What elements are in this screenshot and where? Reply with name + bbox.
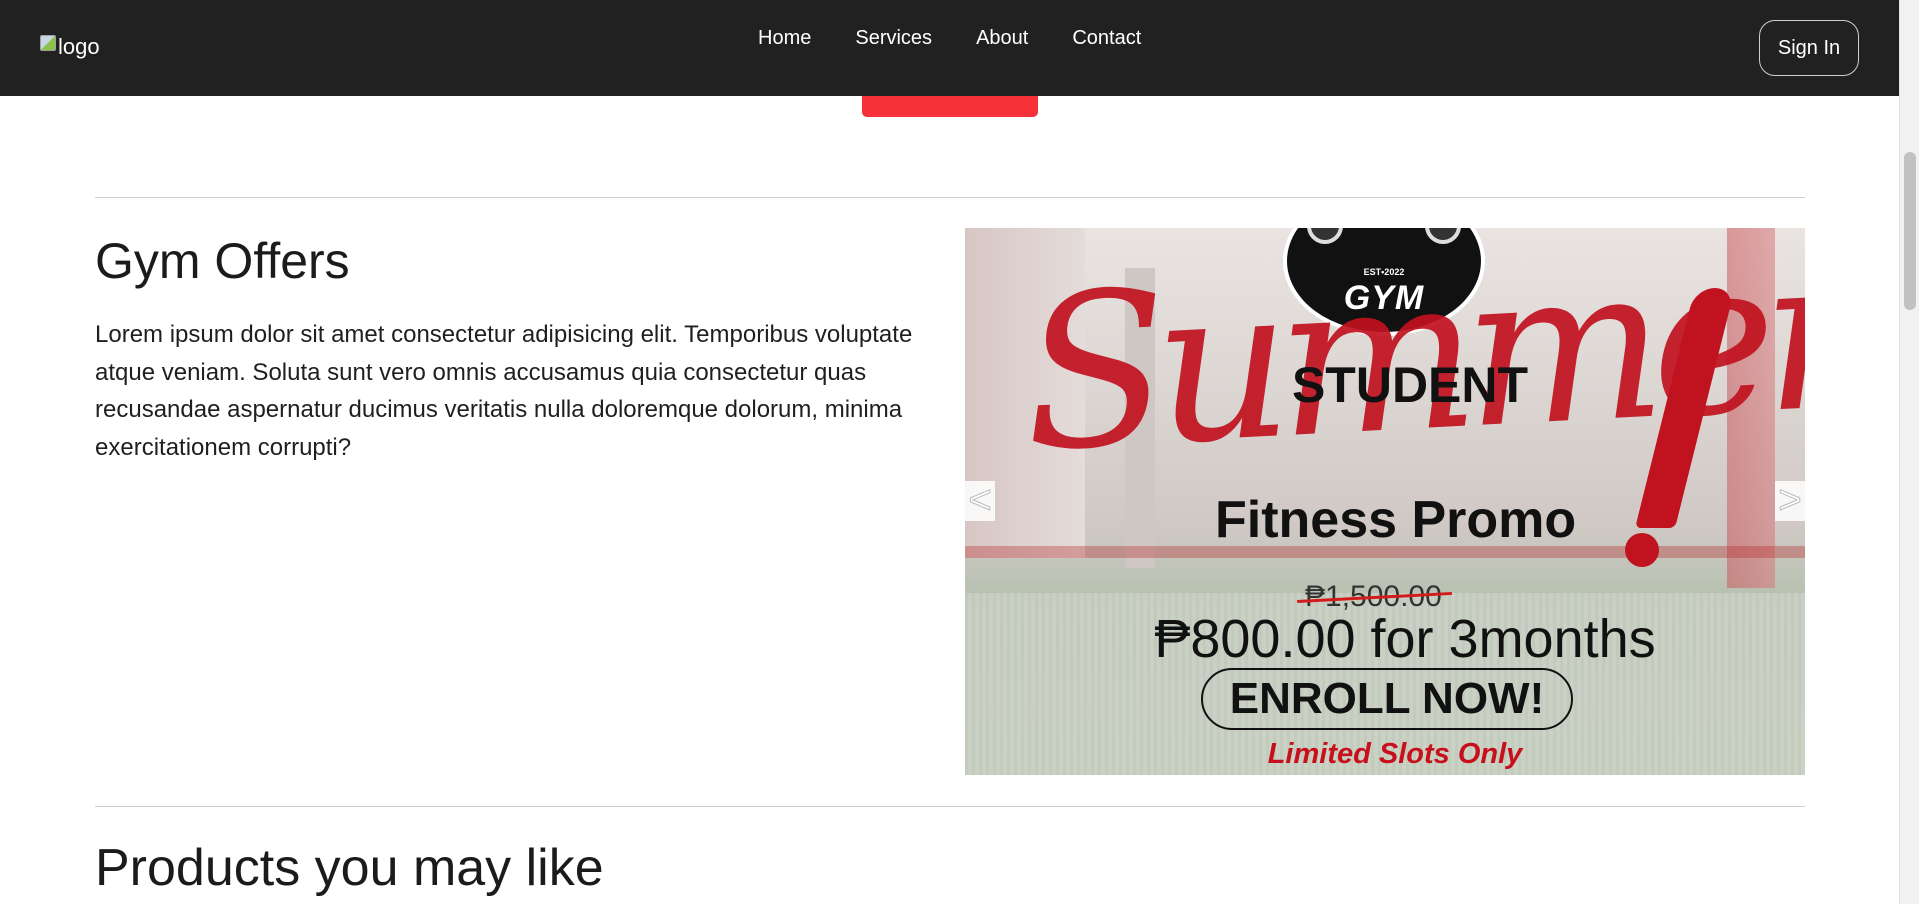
- carousel-prev-button[interactable]: <: [965, 480, 995, 521]
- nav-link-home[interactable]: Home: [758, 27, 833, 50]
- divider: [95, 806, 1805, 807]
- nav-link-about[interactable]: About: [954, 27, 1050, 50]
- nav-link-services[interactable]: Services: [833, 27, 954, 50]
- promo-fitness: Fitness Promo: [1215, 491, 1577, 549]
- promo-carousel[interactable]: EST•2022 GYM Summer STUDENT Fitness Prom…: [965, 228, 1805, 775]
- carousel-next-button[interactable]: >: [1775, 480, 1805, 521]
- promo-limited: Limited Slots Only: [1267, 738, 1523, 770]
- logo[interactable]: logo: [40, 34, 100, 60]
- broken-image-icon: [40, 35, 56, 51]
- promo-student: STUDENT: [1291, 357, 1529, 413]
- gym-offers-title: Gym Offers: [95, 233, 350, 289]
- divider: [95, 197, 1805, 198]
- top-navbar: logo Home Services About Contact Sign In: [0, 0, 1899, 96]
- promo-new-price: ₱800.00 for 3months: [1154, 609, 1656, 669]
- sign-in-button[interactable]: Sign In: [1759, 20, 1859, 76]
- scrollbar-thumb[interactable]: [1904, 152, 1916, 310]
- gym-offers-text: Lorem ipsum dolor sit amet consectetur a…: [95, 321, 913, 461]
- products-title: Products you may like: [95, 839, 604, 897]
- promo-enroll: ENROLL NOW!: [1201, 668, 1573, 730]
- nav-link-contact[interactable]: Contact: [1050, 27, 1163, 50]
- nav-links: Home Services About Contact: [758, 27, 1163, 50]
- logo-alt-text: logo: [58, 34, 100, 59]
- exclamation-dot: [1625, 533, 1659, 567]
- page-scrollbar[interactable]: [1899, 0, 1919, 904]
